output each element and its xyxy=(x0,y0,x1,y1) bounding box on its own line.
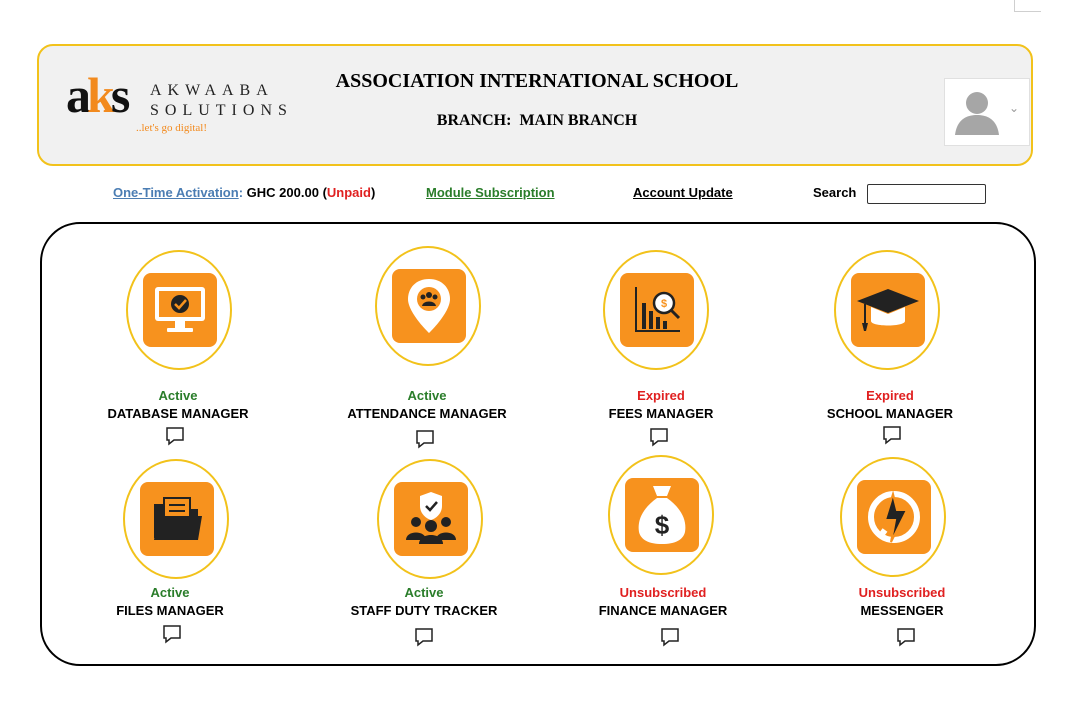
module-name: FEES MANAGER xyxy=(608,406,714,421)
module-status: Expired xyxy=(637,388,685,403)
module-fees-manager[interactable]: $ Expired FEES MANAGER xyxy=(551,250,771,450)
icon-ring xyxy=(840,457,946,577)
module-name: FILES MANAGER xyxy=(116,603,224,618)
module-attendance-manager[interactable]: Active ATTENDANCE MANAGER xyxy=(317,246,537,450)
search-label: Search xyxy=(813,185,857,200)
icon-tile xyxy=(857,480,931,554)
icon-ring xyxy=(834,250,940,370)
graduation-cap-icon xyxy=(857,289,919,331)
branch-line: BRANCH: MAIN BRANCH xyxy=(39,112,1035,130)
module-name: STAFF DUTY TRACKER xyxy=(350,603,498,618)
icon-tile xyxy=(851,273,925,347)
module-status: Active xyxy=(150,585,190,600)
comment-icon[interactable] xyxy=(649,427,669,447)
comment-icon[interactable] xyxy=(165,426,185,446)
module-status: Active xyxy=(407,388,447,403)
chart-search-icon: $ xyxy=(635,287,681,332)
module-name: SCHOOL MANAGER xyxy=(826,406,954,421)
activation-amount: GHC 200.00 xyxy=(246,185,319,200)
monitor-check-icon xyxy=(155,287,205,332)
icon-ring: $ xyxy=(608,455,714,575)
user-avatar-button[interactable]: ⌄ xyxy=(944,78,1030,146)
comment-icon[interactable] xyxy=(896,627,916,647)
chevron-down-icon: ⌄ xyxy=(1008,101,1019,115)
comment-icon[interactable] xyxy=(162,624,182,644)
activation-info: One-Time Activation: GHC 200.00 (Unpaid) xyxy=(113,185,376,200)
module-name: FINANCE MANAGER xyxy=(598,603,728,618)
icon-tile xyxy=(140,482,214,556)
messenger-icon xyxy=(868,490,920,543)
comment-icon[interactable] xyxy=(414,627,434,647)
activation-colon: : xyxy=(238,185,244,200)
module-messenger[interactable]: Unsubscribed MESSENGER xyxy=(792,457,1012,649)
icon-ring xyxy=(377,459,483,579)
folder-icon xyxy=(154,497,202,540)
module-subscription-link[interactable]: Module Subscription xyxy=(426,185,555,200)
activation-status: Unpaid xyxy=(326,185,371,200)
icon-ring xyxy=(375,246,481,366)
icon-ring xyxy=(126,250,232,370)
module-status: Active xyxy=(158,388,198,403)
module-status: Expired xyxy=(866,388,914,403)
module-database-manager[interactable]: Active DATABASE MANAGER xyxy=(68,250,288,450)
staff-shield-icon xyxy=(406,492,456,544)
comment-icon[interactable] xyxy=(415,429,435,449)
school-name: ASSOCIATION INTERNATIONAL SCHOOL xyxy=(335,70,739,92)
window-corner xyxy=(1014,0,1041,12)
module-staff-duty-tracker[interactable]: Active STAFF DUTY TRACKER xyxy=(314,459,534,649)
icon-tile xyxy=(392,269,466,343)
icon-tile xyxy=(143,273,217,347)
location-group-icon xyxy=(408,279,450,333)
svg-text:$: $ xyxy=(661,298,667,310)
module-name: ATTENDANCE MANAGER xyxy=(347,406,507,421)
svg-text:$: $ xyxy=(655,510,670,540)
module-status: Unsubscribed xyxy=(619,585,707,600)
activation-link[interactable]: One-Time Activation xyxy=(113,185,239,200)
module-name: DATABASE MANAGER xyxy=(107,406,249,421)
icon-ring: $ xyxy=(603,250,709,370)
icon-tile xyxy=(394,482,468,556)
icon-ring xyxy=(123,459,229,579)
branch-value: MAIN BRANCH xyxy=(519,112,638,129)
user-avatar-icon xyxy=(955,92,999,135)
branch-label: BRANCH: xyxy=(436,112,512,129)
icon-tile: $ xyxy=(625,478,699,552)
comment-icon[interactable] xyxy=(882,425,902,445)
icon-tile: $ xyxy=(620,273,694,347)
module-school-manager[interactable]: Expired SCHOOL MANAGER xyxy=(780,250,1000,450)
search-input[interactable] xyxy=(867,184,986,204)
module-files-manager[interactable]: Active FILES MANAGER xyxy=(60,459,280,649)
money-bag-icon: $ xyxy=(638,486,686,544)
account-update-link[interactable]: Account Update xyxy=(633,185,733,200)
module-status: Unsubscribed xyxy=(858,585,946,600)
header-panel: aks AKWAABA SOLUTIONS ..let's go digital… xyxy=(37,44,1033,166)
module-finance-manager[interactable]: $ Unsubscribed FINANCE MANAGER xyxy=(553,455,773,649)
comment-icon[interactable] xyxy=(660,627,680,647)
module-status: Active xyxy=(404,585,444,600)
module-name: MESSENGER xyxy=(860,603,944,618)
